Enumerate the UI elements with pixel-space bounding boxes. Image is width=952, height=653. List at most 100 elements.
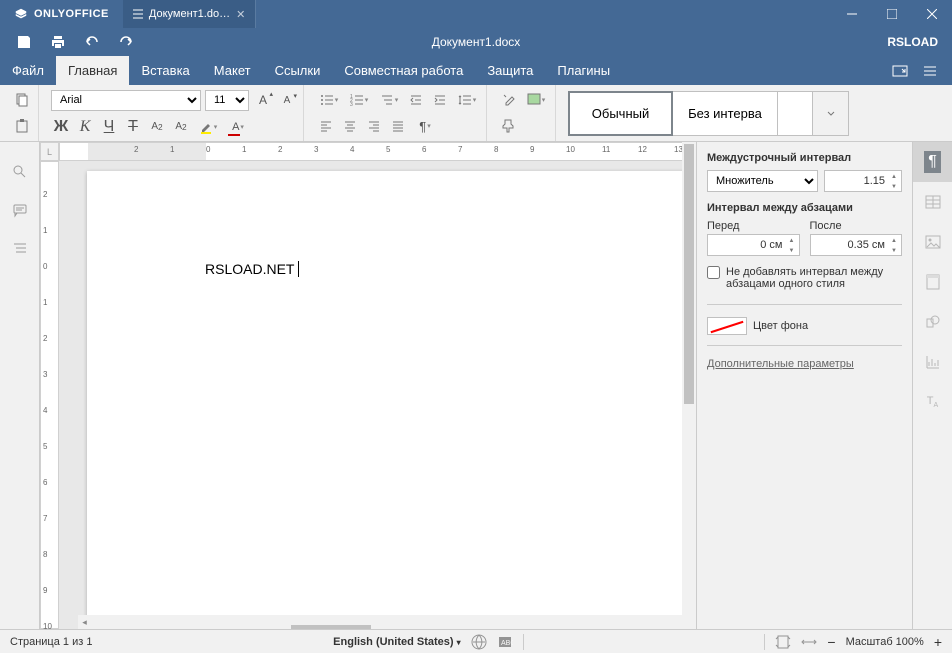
- minimize-button[interactable]: [832, 0, 872, 28]
- image-tab[interactable]: [913, 222, 952, 262]
- style-no-spacing[interactable]: Без интерва: [673, 91, 778, 136]
- spacing-value-spinner[interactable]: 1.15 ▲▼: [824, 170, 902, 192]
- underline-button[interactable]: Ч: [99, 117, 119, 137]
- redo-button[interactable]: [118, 34, 134, 50]
- tab-insert[interactable]: Вставка: [129, 56, 201, 85]
- maximize-button[interactable]: [872, 0, 912, 28]
- table-tab[interactable]: [913, 182, 952, 222]
- print-button[interactable]: [50, 34, 66, 50]
- page[interactable]: RSLOAD.NET: [87, 171, 696, 629]
- page-status[interactable]: Страница 1 из 1: [10, 636, 92, 648]
- bg-color-picker[interactable]: [707, 317, 747, 335]
- headings-icon[interactable]: [10, 238, 30, 258]
- svg-text:3: 3: [350, 102, 353, 107]
- search-icon[interactable]: [10, 162, 30, 182]
- view-settings-icon[interactable]: [922, 63, 938, 79]
- comments-icon[interactable]: [10, 200, 30, 220]
- bullet-list-button[interactable]: ▾: [316, 90, 342, 110]
- before-label: Перед: [707, 220, 800, 232]
- tab-protect[interactable]: Защита: [475, 56, 545, 85]
- onlyoffice-icon: [14, 7, 28, 21]
- app-logo: ONLYOFFICE: [0, 7, 123, 21]
- line-spacing-label: Междустрочный интервал: [707, 152, 902, 164]
- line-spacing-button[interactable]: ▾: [454, 90, 480, 110]
- after-label: После: [810, 220, 903, 232]
- spacing-mode-select[interactable]: Множитель: [707, 170, 818, 192]
- open-location-icon[interactable]: [892, 63, 908, 79]
- zoom-label[interactable]: Масштаб 100%: [846, 636, 924, 648]
- decrease-indent-button[interactable]: [406, 90, 426, 110]
- document-text: RSLOAD.NET: [205, 261, 294, 277]
- style-heading1[interactable]: [778, 91, 813, 136]
- copy-button[interactable]: [12, 90, 32, 110]
- user-name: RSLOAD: [887, 35, 952, 49]
- italic-button[interactable]: К: [75, 117, 95, 137]
- copy-style-button[interactable]: [499, 116, 519, 136]
- language-selector[interactable]: English (United States) ▾: [333, 636, 460, 648]
- paragraph-tab[interactable]: ¶: [913, 142, 952, 182]
- before-spinner[interactable]: 0 см ▲▼: [707, 234, 800, 256]
- close-tab-icon[interactable]: ✕: [236, 8, 245, 21]
- tab-collab[interactable]: Совместная работа: [332, 56, 475, 85]
- shading-color-button[interactable]: ▾: [523, 90, 549, 110]
- multilevel-list-button[interactable]: ▾: [376, 90, 402, 110]
- save-button[interactable]: [16, 34, 32, 50]
- tab-plugins[interactable]: Плагины: [545, 56, 622, 85]
- para-spacing-label: Интервал между абзацами: [707, 202, 902, 214]
- align-left-button[interactable]: [316, 116, 336, 136]
- font-color-button[interactable]: A▾: [225, 117, 251, 137]
- paragraph-settings-panel: Междустрочный интервал Множитель 1.15 ▲▼…: [696, 142, 912, 629]
- increase-font-button[interactable]: A▴: [253, 90, 273, 110]
- subscript-button[interactable]: A2: [171, 117, 191, 137]
- undo-button[interactable]: [84, 34, 100, 50]
- after-spinner[interactable]: 0.35 см ▲▼: [810, 234, 903, 256]
- tab-links[interactable]: Ссылки: [263, 56, 333, 85]
- document-canvas[interactable]: RSLOAD.NET ◂ ▸: [59, 161, 696, 629]
- zoom-out-button[interactable]: −: [827, 634, 835, 650]
- nonprinting-chars-button[interactable]: ¶▾: [412, 116, 438, 136]
- textart-tab[interactable]: TA: [913, 382, 952, 422]
- bold-button[interactable]: Ж: [51, 117, 71, 137]
- style-normal[interactable]: Обычный: [568, 91, 673, 136]
- shape-tab[interactable]: [913, 302, 952, 342]
- tab-file[interactable]: Файл: [0, 56, 56, 85]
- spinner-up-icon[interactable]: ▲: [888, 172, 900, 182]
- app-name: ONLYOFFICE: [34, 8, 109, 20]
- fit-page-icon[interactable]: [775, 634, 791, 650]
- number-list-button[interactable]: 123▾: [346, 90, 372, 110]
- paste-button[interactable]: [12, 116, 32, 136]
- close-window-button[interactable]: [912, 0, 952, 28]
- horizontal-scrollbar[interactable]: ◂ ▸: [78, 615, 696, 629]
- font-name-combo[interactable]: Arial: [51, 90, 201, 111]
- fit-width-icon[interactable]: [801, 634, 817, 650]
- spellcheck-icon[interactable]: [471, 634, 487, 650]
- align-justify-button[interactable]: [388, 116, 408, 136]
- increase-indent-button[interactable]: [430, 90, 450, 110]
- no-spacing-same-style-checkbox[interactable]: [707, 266, 720, 279]
- decrease-font-button[interactable]: A▾: [277, 90, 297, 110]
- vertical-scrollbar[interactable]: [682, 161, 696, 629]
- header-footer-tab[interactable]: [913, 262, 952, 302]
- align-center-button[interactable]: [340, 116, 360, 136]
- tracking-icon[interactable]: ABC: [497, 634, 513, 650]
- document-tab[interactable]: Документ1.do… ✕: [123, 0, 256, 28]
- font-size-combo[interactable]: 11: [205, 90, 249, 111]
- bg-color-label: Цвет фона: [753, 320, 808, 332]
- chart-tab[interactable]: [913, 342, 952, 382]
- clear-style-button[interactable]: [499, 90, 519, 110]
- zoom-in-button[interactable]: +: [934, 634, 942, 650]
- style-gallery-more[interactable]: [813, 91, 849, 136]
- highlight-color-button[interactable]: ▾: [195, 117, 221, 137]
- strikethrough-button[interactable]: T: [123, 117, 143, 137]
- tab-home[interactable]: Главная: [56, 56, 129, 85]
- align-right-button[interactable]: [364, 116, 384, 136]
- horizontal-ruler[interactable]: 2101234567891011121314151617: [59, 142, 696, 161]
- hamburger-icon: [133, 8, 143, 20]
- vertical-ruler[interactable]: 2101234567891011121314151617181920: [40, 161, 59, 629]
- superscript-button[interactable]: A2: [147, 117, 167, 137]
- advanced-settings-link[interactable]: Дополнительные параметры: [707, 358, 854, 370]
- svg-text:ABC: ABC: [501, 640, 513, 647]
- spinner-down-icon[interactable]: ▼: [888, 182, 900, 192]
- text-cursor: [294, 261, 299, 277]
- tab-layout[interactable]: Макет: [202, 56, 263, 85]
